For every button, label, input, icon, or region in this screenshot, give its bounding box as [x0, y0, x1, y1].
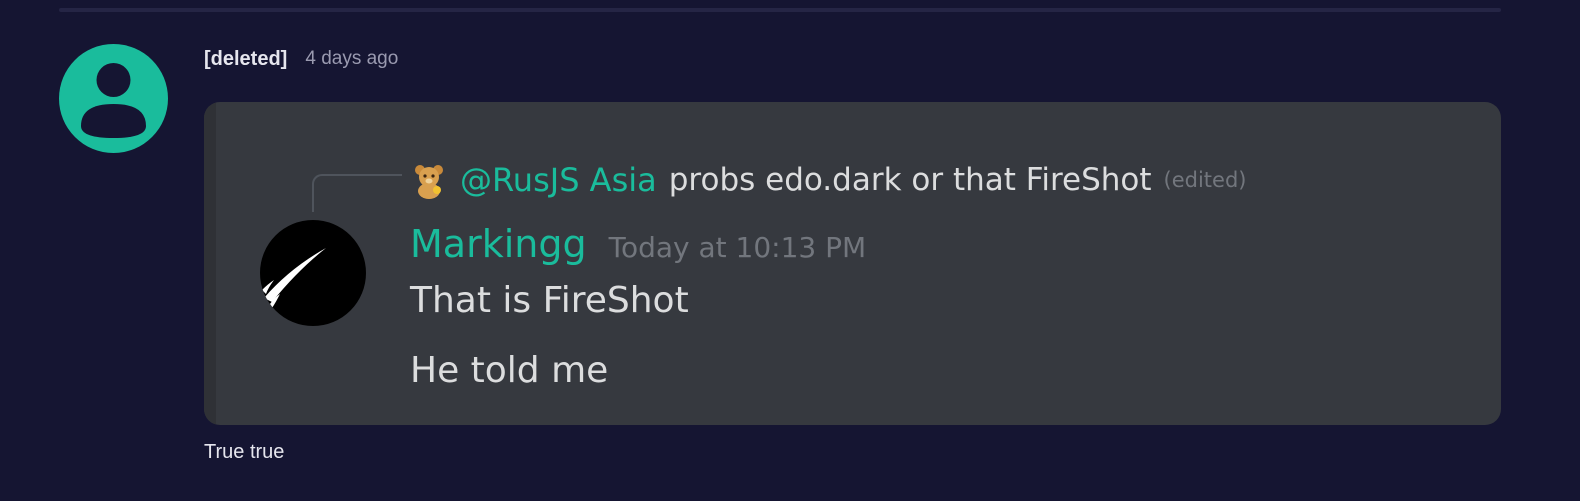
- embedded-screenshot[interactable]: @RusJS Asia probs edo.dark or that FireS…: [204, 102, 1501, 425]
- comment-timestamp[interactable]: 4 days ago: [305, 48, 398, 70]
- reply-preview: @RusJS Asia probs edo.dark or that FireS…: [410, 154, 1247, 206]
- reply-mention: @RusJS Asia: [460, 161, 657, 199]
- top-divider: [59, 8, 1501, 12]
- reply-connector: [312, 174, 402, 212]
- user-avatar[interactable]: [59, 44, 168, 153]
- reply-text: probs edo.dark or that FireShot: [668, 162, 1152, 198]
- message-line: That is FireShot: [410, 280, 689, 321]
- message-header: Markingg Today at 10:13 PM: [410, 222, 866, 272]
- message-avatar: [260, 220, 366, 326]
- message-line: He told me: [410, 350, 609, 391]
- bear-emoji-icon: [410, 161, 448, 199]
- embed-edge: [204, 102, 216, 425]
- comment-body: True true: [204, 441, 285, 463]
- user-silhouette-icon: [81, 63, 146, 138]
- comment-author[interactable]: [deleted]: [204, 48, 287, 71]
- reply-edited-label: (edited): [1163, 168, 1247, 192]
- comment-meta: [deleted] 4 days ago: [204, 44, 398, 74]
- swoosh-logo-icon: [262, 248, 326, 308]
- message-timestamp: Today at 10:13 PM: [608, 231, 867, 264]
- message-author: Markingg: [410, 222, 587, 266]
